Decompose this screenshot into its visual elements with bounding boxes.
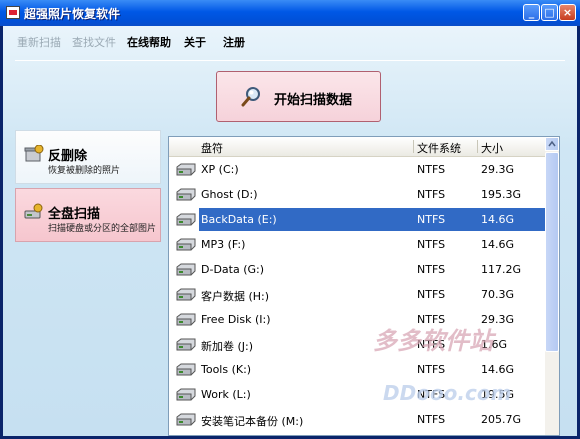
disk-scan-icon: [24, 203, 43, 219]
chevron-up-icon: [548, 140, 556, 147]
drive-row[interactable]: Ghost (D:) NTFS 195.3G: [169, 182, 547, 207]
drive-row[interactable]: XP (C:) NTFS 29.3G: [169, 157, 547, 182]
drive-name: 新加卷 (J:): [201, 340, 254, 353]
hard-drive-icon: [176, 238, 196, 251]
mode-panel: 反删除 恢复被删除的照片 全盘扫描 扫描硬盘或分区的全部图片: [15, 130, 161, 250]
drive-filesystem: NTFS: [417, 263, 446, 276]
drive-name: Work (L:): [201, 388, 251, 401]
drive-row[interactable]: MP3 (F:) NTFS 14.6G: [169, 232, 547, 257]
start-scan-button[interactable]: 开始扫描数据: [216, 71, 381, 122]
watermark-site: DDooo.com: [383, 381, 512, 405]
menu-find-files[interactable]: 查找文件: [72, 34, 116, 50]
mode-full-scan-title: 全盘扫描: [48, 207, 101, 222]
hard-drive-icon: [176, 338, 196, 351]
column-size[interactable]: 大小: [481, 140, 503, 156]
drive-size: 29.3G: [481, 163, 515, 176]
hard-drive-icon: [176, 163, 196, 176]
mode-full-scan[interactable]: 全盘扫描 扫描硬盘或分区的全部图片: [15, 188, 161, 242]
drive-name: BackData (E:): [201, 213, 277, 226]
drive-row[interactable]: D-Data (G:) NTFS 117.2G: [169, 257, 547, 282]
mode-undelete-title: 反删除: [48, 149, 88, 164]
drive-filesystem: NTFS: [417, 363, 446, 376]
drive-row[interactable]: 客户数据 (H:) NTFS 70.3G: [169, 282, 547, 307]
hard-drive-icon: [176, 188, 196, 201]
menu-about[interactable]: 关于: [184, 34, 206, 50]
window-title: 超强照片恢复软件: [24, 7, 121, 21]
hard-drive-icon: [176, 213, 196, 226]
start-scan-label: 开始扫描数据: [274, 93, 353, 108]
title-bar[interactable]: 超强照片恢复软件 _ □ ×: [0, 0, 580, 26]
menu-online-help[interactable]: 在线帮助: [127, 34, 171, 50]
drive-name: XP (C:): [201, 163, 239, 176]
hard-drive-icon: [176, 313, 196, 326]
mode-full-scan-desc: 扫描硬盘或分区的全部图片: [48, 224, 157, 234]
drive-name: Tools (K:): [201, 363, 252, 376]
close-button[interactable]: ×: [559, 4, 576, 21]
column-filesystem[interactable]: 文件系统: [417, 140, 461, 156]
drive-size: 14.6G: [481, 213, 515, 226]
column-drive[interactable]: 盘符: [201, 140, 223, 156]
drive-name: Ghost (D:): [201, 188, 258, 201]
header-divider[interactable]: [477, 140, 478, 153]
maximize-button[interactable]: □: [541, 4, 558, 21]
drive-filesystem: NTFS: [417, 163, 446, 176]
menu-divider: [15, 60, 565, 61]
hard-drive-icon: [176, 363, 196, 376]
hard-drive-icon: [176, 263, 196, 276]
app-icon: [6, 6, 20, 19]
drive-row[interactable]: BackData (E:) NTFS 14.6G: [169, 207, 547, 232]
drive-size: 195.3G: [481, 188, 522, 201]
watermark-logo: 多多软件站: [373, 327, 493, 355]
mode-undelete-desc: 恢复被删除的照片: [48, 166, 121, 176]
drive-name: D-Data (G:): [201, 263, 265, 276]
drive-size: 14.6G: [481, 363, 515, 376]
drive-name: Free Disk (I:): [201, 313, 271, 326]
client-area: 重新扫描 查找文件 在线帮助 关于 注册 开始扫描数据 反删除 恢复被删除的照片…: [3, 26, 577, 436]
magnifier-icon: [241, 87, 260, 107]
recycle-icon: [24, 145, 44, 162]
drive-row[interactable]: 安装笔记本备份 (M:) NTFS 205.7G: [169, 407, 547, 432]
drive-filesystem: NTFS: [417, 413, 446, 426]
drive-name: MP3 (F:): [201, 238, 246, 251]
drive-size: 14.6G: [481, 238, 515, 251]
menu-register[interactable]: 注册: [223, 34, 245, 50]
scroll-up-button[interactable]: [545, 137, 559, 151]
minimize-button[interactable]: _: [523, 4, 540, 21]
app-window: 超强照片恢复软件 _ □ × 重新扫描 查找文件 在线帮助 关于 注册 开始扫描…: [0, 0, 580, 439]
hard-drive-icon: [176, 413, 196, 426]
drive-size: 117.2G: [481, 263, 522, 276]
mode-undelete[interactable]: 反删除 恢复被删除的照片: [15, 130, 161, 184]
hard-drive-icon: [176, 388, 196, 401]
drive-name: 客户数据 (H:): [201, 290, 270, 303]
drive-filesystem: NTFS: [417, 238, 446, 251]
drive-filesystem: NTFS: [417, 288, 446, 301]
drive-filesystem: NTFS: [417, 213, 446, 226]
drive-size: 70.3G: [481, 288, 515, 301]
vertical-scrollbar[interactable]: [545, 137, 559, 435]
drive-name: 安装笔记本备份 (M:): [201, 415, 304, 428]
drive-list-header: 盘符 文件系统 大小: [169, 137, 547, 157]
hard-drive-icon: [176, 288, 196, 301]
scroll-thumb[interactable]: [545, 152, 559, 352]
header-divider[interactable]: [413, 140, 414, 153]
drive-row[interactable]: Tools (K:) NTFS 14.6G: [169, 357, 547, 382]
drive-size: 205.7G: [481, 413, 522, 426]
drive-filesystem: NTFS: [417, 188, 446, 201]
menu-rescan[interactable]: 重新扫描: [17, 34, 61, 50]
